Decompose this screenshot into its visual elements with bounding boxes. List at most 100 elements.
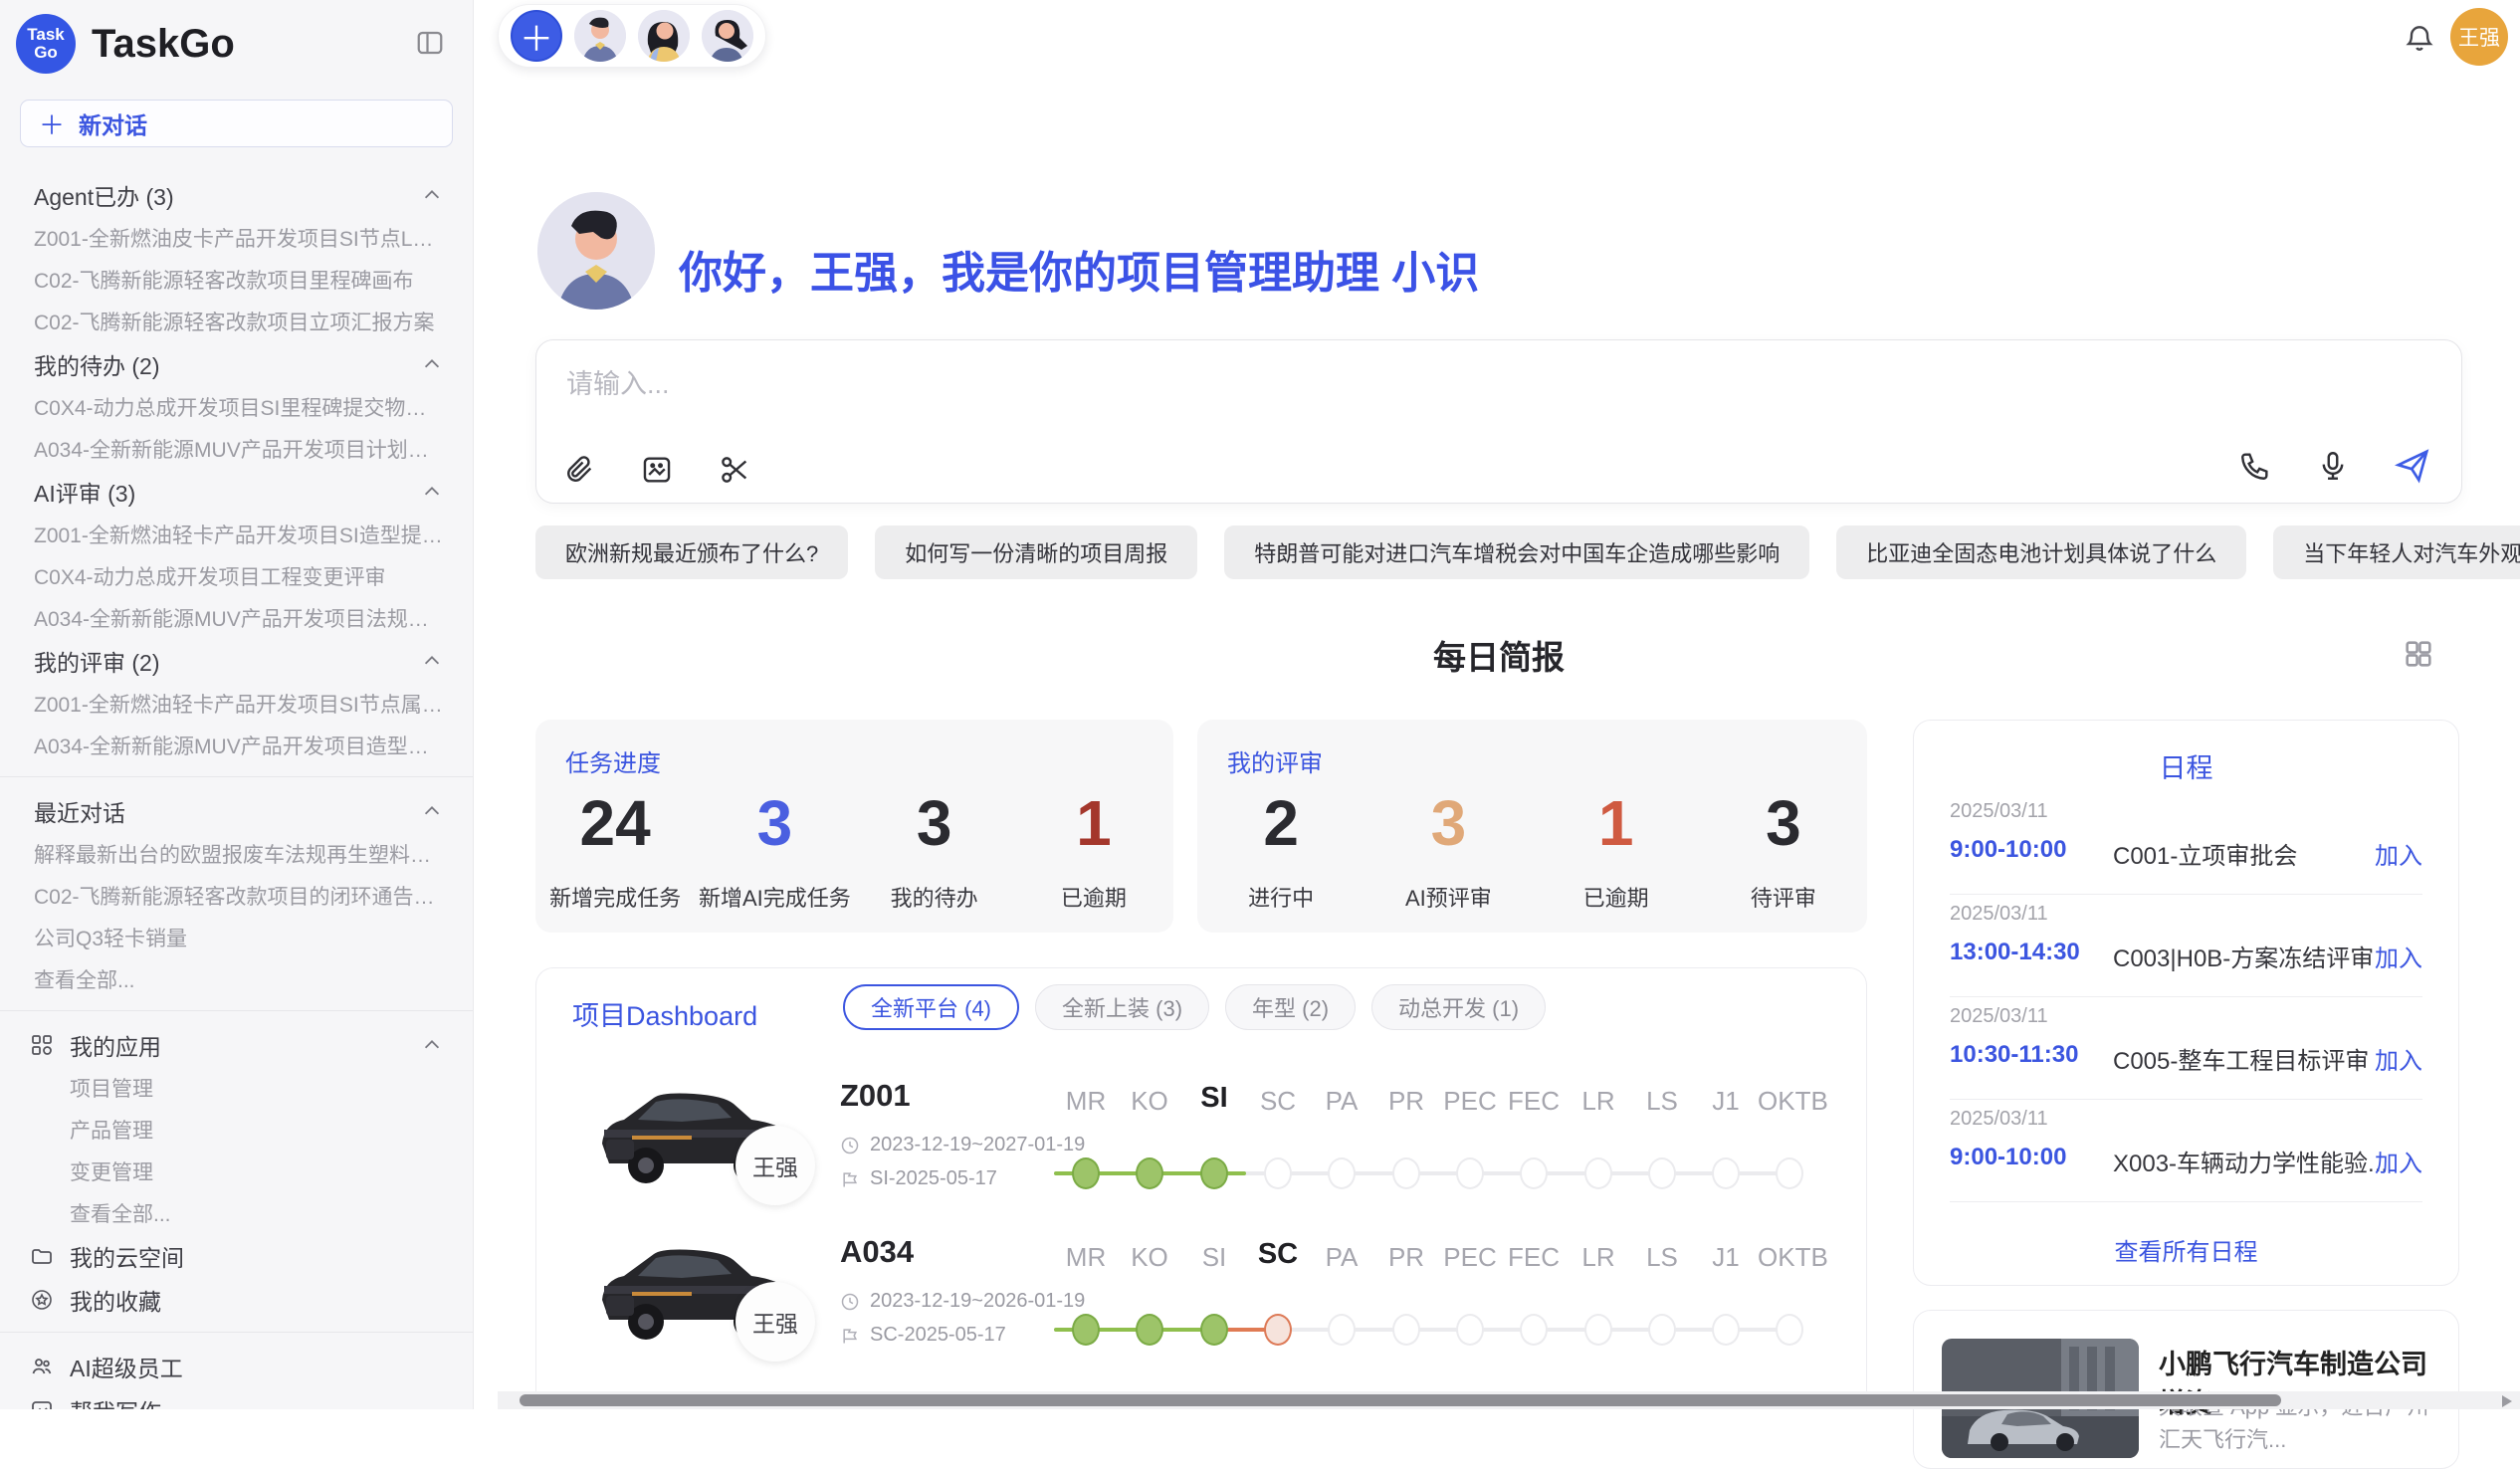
join-link[interactable]: 加入 <box>2375 1041 2422 1076</box>
stat-value: 3 <box>917 791 952 855</box>
view-all-schedule-link[interactable]: 查看所有日程 <box>1914 1232 2458 1267</box>
sidebar-item-favorites[interactable]: 我的收藏 <box>0 1278 473 1322</box>
section-my-review[interactable]: 我的评审 (2) <box>0 639 473 683</box>
list-item[interactable]: C0X4-动力总成开发项目SI里程碑提交物检查 <box>0 386 473 428</box>
chevron-up-icon[interactable] <box>421 800 443 822</box>
list-item[interactable]: Z001-全新燃油轻卡产品开发项目SI节点属性5D文件评审 <box>0 683 473 725</box>
list-item[interactable]: Z001-全新燃油轻卡产品开发项目SI造型提交物评审 <box>0 514 473 555</box>
my-review-card: 我的评审 2进行中 3AI预评审 1已逾期 3待评审 <box>1197 720 1867 933</box>
milestone-dot <box>1712 1157 1740 1189</box>
tab-powertrain[interactable]: 动总开发 (1) <box>1371 984 1546 1030</box>
join-link[interactable]: 加入 <box>2375 836 2422 871</box>
tab-new-platform[interactable]: 全新平台 (4) <box>843 984 1019 1030</box>
list-item[interactable]: 公司Q3轻卡销量 <box>0 917 473 958</box>
chat-input[interactable] <box>566 362 1562 406</box>
list-item[interactable]: C02-飞腾新能源轻客改款项目立项汇报方案 <box>0 301 473 342</box>
list-item[interactable]: C02-飞腾新能源轻客改款项目里程碑画布 <box>0 259 473 301</box>
project-flag: SC-2025-05-17 <box>870 1324 1006 1347</box>
event-date: 2025/03/11 <box>1950 903 2048 926</box>
event-time: 9:00-10:00 <box>1950 1144 2066 1171</box>
chevron-up-icon[interactable] <box>421 184 443 206</box>
sidebar-item-cloud-space[interactable]: 我的云空间 <box>0 1234 473 1278</box>
dashboard-tabs: 全新平台 (4) 全新上装 (3) 年型 (2) 动总开发 (1) <box>843 984 1546 1030</box>
chevron-up-icon[interactable] <box>421 650 443 672</box>
tab-year-model[interactable]: 年型 (2) <box>1225 984 1356 1030</box>
suggestion-chip[interactable]: 如何写一份清晰的项目周报 <box>875 525 1197 579</box>
stat-label: AI预评审 <box>1405 881 1492 913</box>
user-avatar[interactable]: 王强 <box>2450 8 2508 66</box>
layout-grid-icon[interactable] <box>2402 637 2435 671</box>
user-name: 王强 <box>2458 22 2500 52</box>
chevron-up-icon[interactable] <box>421 481 443 503</box>
attachment-icon[interactable] <box>562 453 596 487</box>
apps-grid-icon <box>30 1033 54 1057</box>
milestone-dot <box>1648 1157 1676 1189</box>
milestone-dot <box>1520 1157 1548 1189</box>
project-row[interactable]: 王强 Z001 2023-12-19~2027-01-19 SI-2025-05… <box>536 1068 1866 1224</box>
sidebar-item-project-mgmt[interactable]: 项目管理 <box>0 1067 473 1109</box>
mic-icon[interactable] <box>2316 449 2350 483</box>
join-link[interactable]: 加入 <box>2375 939 2422 973</box>
list-item[interactable]: A034-全新新能源MUV产品开发项目计划变更表编写 <box>0 428 473 470</box>
horizontal-scrollbar[interactable] <box>498 1391 2520 1409</box>
phone-icon[interactable] <box>2238 449 2272 483</box>
milestone-dot <box>1264 1157 1292 1189</box>
star-circle-icon <box>30 1288 54 1312</box>
list-item[interactable]: A034-全新新能源MUV产品开发项目造型可行性评审 <box>0 725 473 766</box>
milestone-dot <box>1776 1157 1803 1189</box>
agent-avatar[interactable] <box>574 10 626 62</box>
list-item[interactable]: C0X4-动力总成开发项目工程变更评审 <box>0 555 473 597</box>
milestone-dot <box>1520 1314 1548 1346</box>
suggestion-chip[interactable]: 欧洲新规最近颁布了什么? <box>535 525 848 579</box>
section-recent-chats[interactable]: 最近对话 <box>0 789 473 833</box>
sidebar-collapse-icon[interactable] <box>415 28 445 58</box>
card-title: 任务进度 <box>565 743 661 778</box>
milestone-dot <box>1776 1314 1803 1346</box>
schedule-card: 日程 2025/03/11 9:00-10:00 C001-立项审批会 加入 2… <box>1913 720 2459 1286</box>
chevron-up-icon[interactable] <box>421 353 443 375</box>
suggestion-chip[interactable]: 当下年轻人对汽车外观有怎样的喜好趋势 <box>2273 525 2520 579</box>
suggestion-chip[interactable]: 比亚迪全固态电池计划具体说了什么 <box>1836 525 2246 579</box>
scissors-icon[interactable] <box>718 453 751 487</box>
sidebar-item-help-write[interactable]: 帮我写作 <box>0 1388 473 1409</box>
event-title: C001-立项审批会 <box>2113 836 2297 871</box>
divider <box>1950 1201 2422 1202</box>
list-item[interactable]: Z001-全新燃油皮卡产品开发项目SI节点Lesson Learn报告 <box>0 217 473 259</box>
schedule-event: 2025/03/11 13:00-14:30 C003|H0B-方案冻结评审 加… <box>1914 895 2458 997</box>
project-row[interactable]: 王强 A034 2023-12-19~2026-01-19 SC-2025-05… <box>536 1224 1866 1380</box>
list-item[interactable]: A034-全新新能源MUV产品开发项目法规符合性评审 <box>0 597 473 639</box>
join-link[interactable]: 加入 <box>2375 1144 2422 1178</box>
sidebar: Task Go TaskGo ＋ 新对话 Agent已办 (3) Z001-全新… <box>0 0 474 1409</box>
image-icon[interactable] <box>640 453 674 487</box>
sidebar-item-change-mgmt[interactable]: 变更管理 <box>0 1151 473 1192</box>
agent-avatar[interactable] <box>638 10 690 62</box>
scrollbar-thumb[interactable] <box>520 1394 2281 1406</box>
new-chat-button[interactable]: ＋ 新对话 <box>20 100 453 147</box>
tab-new-body[interactable]: 全新上装 (3) <box>1035 984 1209 1030</box>
assistant-avatar <box>537 192 655 310</box>
sidebar-item-ai-employee[interactable]: AI超级员工 <box>0 1345 473 1388</box>
section-agent-done[interactable]: Agent已办 (3) <box>0 173 473 217</box>
notification-bell-icon[interactable] <box>2404 22 2435 54</box>
section-my-todo[interactable]: 我的待办 (2) <box>0 342 473 386</box>
chevron-up-icon[interactable] <box>421 1034 443 1056</box>
add-agent-button[interactable]: ＋ <box>511 10 562 62</box>
list-item[interactable]: 解释最新出台的欧盟报废车法规再生塑料比例被调至15%... <box>0 833 473 875</box>
list-item[interactable]: C02-飞腾新能源轻客改款项目的闭环通告反馈情况 <box>0 875 473 917</box>
section-ai-review[interactable]: AI评审 (3) <box>0 470 473 514</box>
sidebar-item-product-mgmt[interactable]: 产品管理 <box>0 1109 473 1151</box>
stat-label: 我的待办 <box>891 881 978 913</box>
view-all-apps[interactable]: 查看全部... <box>0 1192 473 1234</box>
scroll-right-arrow[interactable] <box>2502 1395 2512 1407</box>
milestone-dot <box>1456 1314 1484 1346</box>
stat-value: 1 <box>1076 791 1112 855</box>
stat-label: 已逾期 <box>1061 881 1127 913</box>
project-dashboard-card: 项目Dashboard 全新平台 (4) 全新上装 (3) 年型 (2) 动总开… <box>535 967 1867 1409</box>
view-all-chats[interactable]: 查看全部... <box>0 958 473 1000</box>
suggestion-chip[interactable]: 特朗普可能对进口汽车增税会对中国车企造成哪些影响 <box>1224 525 1809 579</box>
send-icon[interactable] <box>2394 447 2431 485</box>
sidebar-item-my-apps[interactable]: 我的应用 <box>0 1023 473 1067</box>
news-card[interactable]: 小鹏飞行汽车制造公司增资 天眼查 App 显示，近日广州汇天飞行汽... <box>1913 1310 2459 1469</box>
stat-label: 新增完成任务 <box>549 881 681 913</box>
agent-avatar[interactable] <box>702 10 753 62</box>
